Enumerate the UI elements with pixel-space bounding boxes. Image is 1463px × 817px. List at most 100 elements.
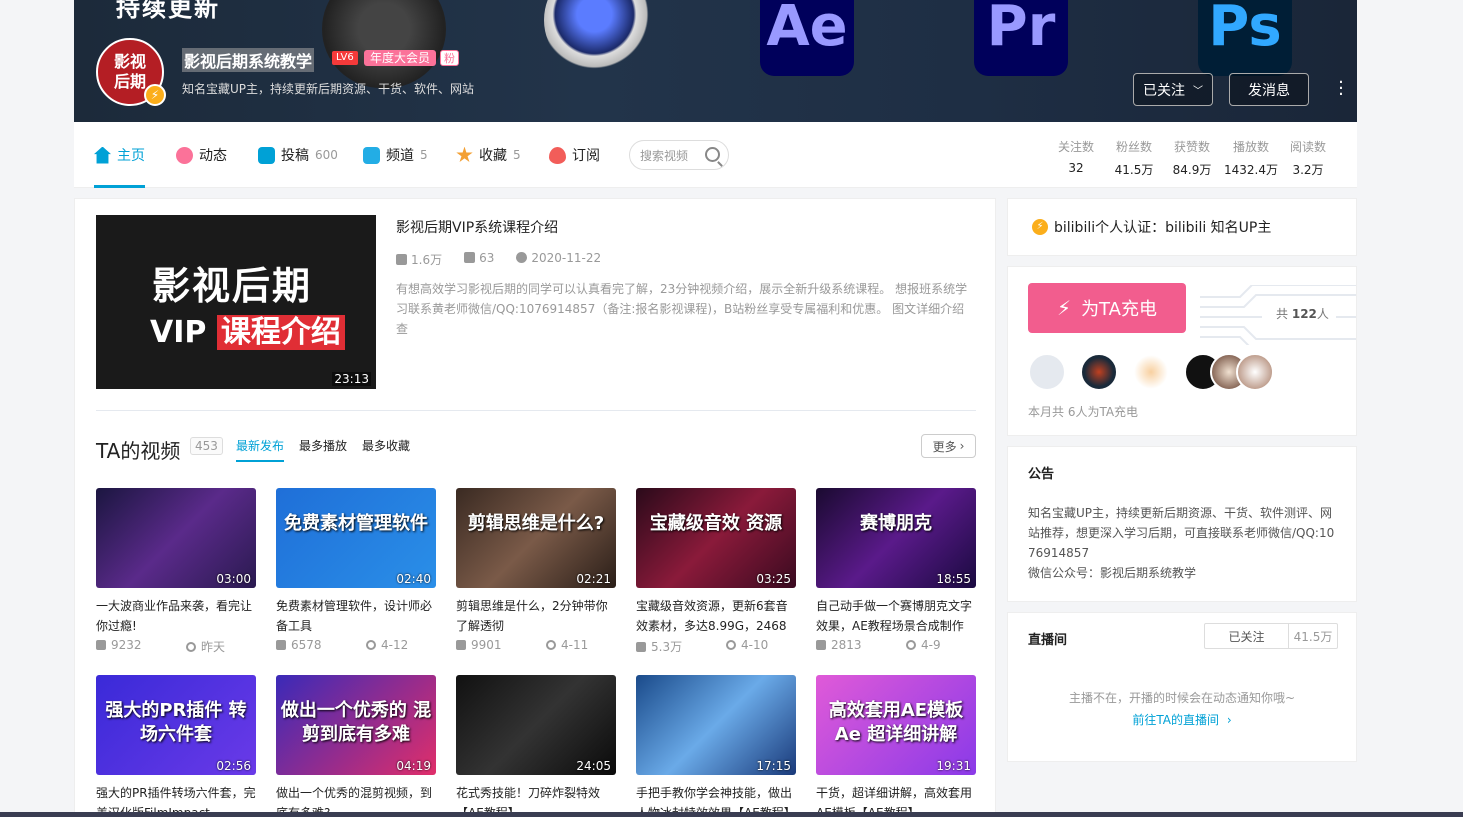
video-thumbnail[interactable]: 赛博朋克 18:55: [816, 488, 976, 588]
cover-vip: VIP: [150, 315, 207, 350]
play-icon: [96, 640, 106, 650]
live-room-link[interactable]: 前往TA的直播间 ›: [1008, 711, 1356, 728]
avatar[interactable]: 影视后期 ⚡: [96, 38, 166, 106]
video-duration: 02:21: [576, 572, 611, 586]
video-thumbnail[interactable]: 强大的PR插件 转场六件套 02:56: [96, 675, 256, 775]
tab-favorites[interactable]: 收藏 5: [456, 122, 521, 188]
featured-title[interactable]: 影视后期VIP系统课程介绍: [396, 217, 558, 237]
stat-reads: 阅读数 3.2万: [1286, 138, 1330, 178]
certification-box: ⚡ bilibili个人认证：bilibili 知名UP主: [1007, 198, 1357, 256]
video-title[interactable]: 自己动手做一个赛博朋克文字效果，AE教程场景合成制作: [816, 596, 976, 636]
avatar[interactable]: [1236, 353, 1274, 391]
video-card[interactable]: 做出一个优秀的 混剪到底有多难04:19做出一个优秀的混剪视频，到底有多难?: [276, 675, 436, 817]
follow-label: 已关注: [1143, 82, 1185, 99]
featured-date: 2020-11-22: [516, 251, 601, 268]
danmaku-icon: [464, 252, 476, 263]
follow-button[interactable]: 已关注 ﹀: [1133, 73, 1213, 106]
thumbnail-text: 剪辑思维是什么?: [467, 513, 605, 534]
video-card[interactable]: 免费素材管理软件 02:40 免费素材管理软件，设计师必备工具 6578 4-12: [276, 488, 436, 652]
more-options-icon[interactable]: · · ·: [1336, 74, 1346, 104]
video-thumbnail[interactable]: 24:05: [456, 675, 616, 775]
video-title[interactable]: 宝藏级音效资源，更新6套音效素材，多达8.99G，2468个: [636, 596, 796, 636]
stat-value: 41.5万: [1114, 163, 1154, 177]
video-card[interactable]: 17:15手把手教你学会神技能，做出人物冰封特效效果【AE教程】: [636, 675, 796, 817]
video-search-input[interactable]: 搜索视频: [629, 140, 729, 170]
search-icon[interactable]: [705, 147, 720, 162]
vip-badge[interactable]: 年度大会员: [364, 50, 437, 66]
video-duration: 03:25: [756, 572, 791, 586]
video-thumbnail[interactable]: 做出一个优秀的 混剪到底有多难 04:19: [276, 675, 436, 775]
video-card[interactable]: 赛博朋克 18:55 自己动手做一个赛博朋克文字效果，AE教程场景合成制作 2813 4…: [816, 488, 976, 652]
video-thumbnail[interactable]: 17:15: [636, 675, 796, 775]
stat-following[interactable]: 关注数 32: [1056, 138, 1096, 175]
video-title[interactable]: 免费素材管理软件，设计师必备工具: [276, 596, 436, 636]
tab-count: 5: [420, 148, 428, 162]
lightning-icon: ⚡: [144, 84, 166, 106]
video-date-value: 4-10: [741, 638, 769, 652]
video-card[interactable]: 24:05花式秀技能！刀碎炸裂特效【AE教程】: [456, 675, 616, 817]
live-follow-button[interactable]: 已关注 41.5万: [1204, 623, 1338, 649]
tab-uploads[interactable]: 投稿 600: [258, 122, 338, 188]
featured-video-cover[interactable]: 影视后期 VIP 课程介绍 23:13: [96, 215, 376, 389]
stat-plays: 播放数 1432.4万: [1223, 138, 1279, 178]
tab-home[interactable]: 主页: [94, 122, 145, 188]
star-icon: [456, 146, 473, 162]
video-thumbnail[interactable]: 宝藏级音效 资源 03:25: [636, 488, 796, 588]
featured-date-value: 2020-11-22: [531, 251, 602, 265]
notice-text: 知名宝藏UP主，持续更新后期资源、干货、软件测评、网站推荐，想更深入学习后期，可…: [1028, 506, 1335, 560]
video-thumbnail[interactable]: 免费素材管理软件 02:40: [276, 488, 436, 588]
video-title[interactable]: 一大波商业作品来袭，看完让你过瘾!: [96, 596, 256, 636]
tab-channel[interactable]: 频道 5: [363, 122, 428, 188]
charge-button[interactable]: ⚡ 为TA充电: [1028, 283, 1186, 333]
video-meta: 2813 4-9: [816, 638, 976, 652]
video-duration: 24:05: [576, 759, 611, 773]
stat-value: 3.2万: [1292, 163, 1324, 177]
chevron-down-icon: ﹀: [1193, 86, 1203, 97]
charge-total[interactable]: 共 122人: [1276, 305, 1329, 322]
tab-subscriptions[interactable]: 订阅: [549, 122, 600, 188]
clock-icon: [516, 252, 528, 263]
avatar-text: 影视后期: [113, 52, 146, 91]
video-title[interactable]: 剪辑思维是什么，2分钟带你了解透彻: [456, 596, 616, 636]
tab-label: 订阅: [572, 148, 600, 164]
video-card[interactable]: 宝藏级音效 资源 03:25 宝藏级音效资源，更新6套音效素材，多达8.99G，24…: [636, 488, 796, 655]
cinema4d-logo: [544, 0, 656, 76]
tab-latest[interactable]: 最新发布: [236, 437, 285, 462]
video-thumbnail[interactable]: 03:00: [96, 488, 256, 588]
stat-fans[interactable]: 粉丝数 41.5万: [1112, 138, 1156, 178]
message-button[interactable]: 发消息: [1229, 73, 1309, 106]
play-icon: [456, 640, 466, 650]
video-thumbnail[interactable]: 高效套用AE模板 Ae 超详细讲解 19:31: [816, 675, 976, 775]
davinci-logo: [322, 0, 446, 88]
video-date: 4-12: [366, 638, 408, 652]
tab-most-played[interactable]: 最多播放: [299, 437, 347, 454]
uploads-icon: [258, 146, 275, 164]
clock-icon: [186, 642, 196, 652]
tab-most-favorited[interactable]: 最多收藏: [362, 437, 410, 454]
videos-section-title: TA的视频: [96, 439, 181, 463]
heart-icon: [549, 146, 566, 164]
main-content: 影视后期 VIP 课程介绍 23:13 影视后期VIP系统课程介绍 1.6万 6…: [74, 198, 996, 817]
stat-value: 32: [1068, 161, 1084, 175]
video-thumbnail[interactable]: 剪辑思维是什么? 02:21: [456, 488, 616, 588]
more-videos-button[interactable]: 更多 ›: [921, 434, 976, 458]
avatar[interactable]: [1080, 353, 1118, 391]
play-icon: [816, 640, 826, 650]
video-plays: 5.3万: [636, 638, 726, 655]
video-plays-value: 6578: [291, 638, 322, 652]
notice-text-2: 微信公众号：影视后期系统教学: [1028, 566, 1197, 580]
video-card[interactable]: 剪辑思维是什么? 02:21 剪辑思维是什么，2分钟带你了解透彻 9901 4-11: [456, 488, 616, 652]
tab-dynamic[interactable]: 动态: [176, 122, 227, 188]
cover-course: 课程介绍: [216, 315, 345, 350]
fan-badge[interactable]: 粉: [440, 50, 459, 66]
avatar[interactable]: [1132, 353, 1170, 391]
notice-title: 公告: [1028, 467, 1055, 482]
featured-meta: 1.6万 63 2020-11-22: [396, 251, 601, 268]
avatar[interactable]: [1028, 353, 1066, 391]
chevron-right-icon: ›: [1226, 713, 1232, 727]
live-link-label: 前往TA的直播间: [1132, 713, 1219, 727]
video-card[interactable]: 高效套用AE模板 Ae 超详细讲解19:31干货，超详细讲解，高效套用AE模板【…: [816, 675, 976, 817]
video-date: 4-10: [726, 638, 768, 655]
video-card[interactable]: 03:00 一大波商业作品来袭，看完让你过瘾! 9232 昨天: [96, 488, 256, 655]
video-card[interactable]: 强大的PR插件 转场六件套02:56强大的PR插件转场六件套，完美汉化版Film…: [96, 675, 256, 817]
